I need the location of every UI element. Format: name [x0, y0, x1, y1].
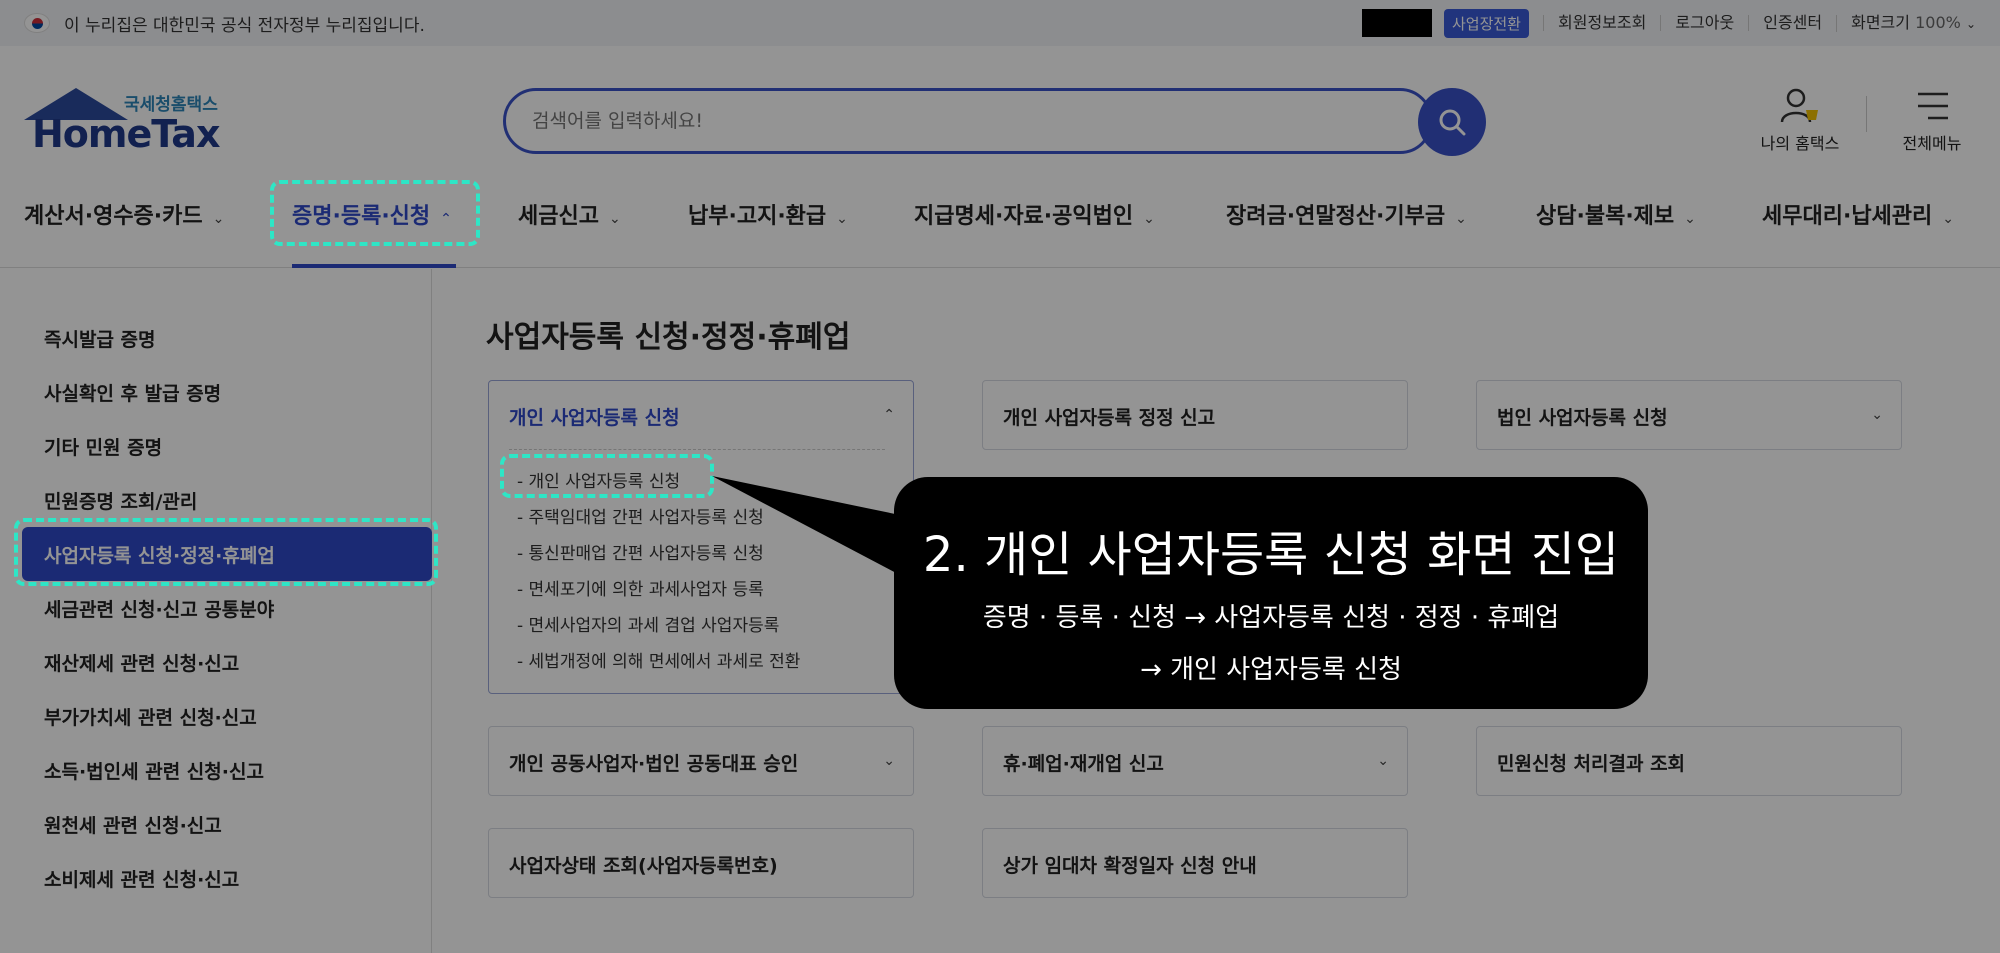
search-button[interactable] — [1418, 88, 1486, 156]
business-switch-button[interactable]: 사업장전환 — [1443, 8, 1529, 38]
card-joint-approval[interactable]: 개인 공동사업자·법인 공동대표 승인 ⌄ — [488, 726, 914, 796]
sidebar-item-instant-cert[interactable]: 즉시발급 증명 — [44, 325, 156, 352]
nav-item-consult[interactable]: 상담·불복·제보 ⌄ — [1536, 198, 1696, 230]
gov-banner: 이 누리집은 대한민국 공식 전자정부 누리집입니다. 사업장전환 회원정보조회… — [0, 0, 2000, 46]
card-application-result[interactable]: 민원신청 처리결과 조회 — [1476, 726, 1902, 796]
card-business-status[interactable]: 사업자상태 조회(사업자등록번호) — [488, 828, 914, 898]
page-title: 사업자등록 신청·정정·휴폐업 — [486, 320, 851, 355]
chevron-down-icon: ⌄ — [1942, 211, 1955, 227]
card-label: 휴·폐업·재개업 신고 — [1003, 753, 1164, 775]
card-label: 법인 사업자등록 신청 — [1497, 407, 1668, 429]
chevron-down-icon: ⌄ — [883, 753, 895, 769]
card-label: 사업자상태 조회(사업자등록번호) — [509, 855, 778, 877]
nav-item-statements[interactable]: 지급명세·자료·공익법인 ⌄ — [914, 198, 1155, 230]
nav-label: 상담·불복·제보 — [1536, 204, 1675, 229]
card-label: 개인 공동사업자·법인 공동대표 승인 — [509, 753, 799, 775]
card-lease-date[interactable]: 상가 임대차 확정일자 신청 안내 — [982, 828, 1408, 898]
my-hometax-label: 나의 홈택스 — [1760, 134, 1840, 153]
callout-line-1: 증명 · 등록 · 신청 → 사업자등록 신청 · 정정 · 휴폐업 — [982, 603, 1560, 633]
nav-item-certificates[interactable]: 증명·등록·신청 ⌃ — [292, 198, 452, 230]
my-hometax-button[interactable]: 나의 홈택스 — [1750, 86, 1850, 154]
sidebar-item-vat[interactable]: 부가가치세 관련 신청·신고 — [44, 703, 257, 730]
card-corporate-registration[interactable]: 법인 사업자등록 신청 ⌄ — [1476, 380, 1902, 450]
sidebar-item-other-cert[interactable]: 기타 민원 증명 — [44, 433, 162, 460]
chevron-down-icon: ⌄ — [836, 211, 848, 227]
site-header: 국세청홈택스 HomeTax 나의 홈택스 전체메뉴 — [0, 46, 2000, 176]
chevron-down-icon: ⌄ — [1377, 753, 1389, 769]
nav-label: 납부·고지·환급 — [688, 204, 827, 229]
zoom-value: 100% — [1915, 12, 1961, 32]
nav-label: 세무대리·납세관리 — [1762, 204, 1933, 229]
chevron-down-icon: ⌄ — [1871, 407, 1883, 423]
nav-label: 지급명세·자료·공익법인 — [914, 204, 1134, 229]
card-label: 민원신청 처리결과 조회 — [1497, 753, 1686, 775]
nav-item-incentives[interactable]: 장려금·연말정산·기부금 ⌄ — [1226, 198, 1467, 230]
card-closure-report[interactable]: 휴·폐업·재개업 신고 ⌄ — [982, 726, 1408, 796]
logout-link[interactable]: 로그아웃 — [1660, 15, 1748, 31]
main-nav: 계산서·영수증·카드 ⌄ 증명·등록·신청 ⌃ 세금신고 ⌄ 납부·고지·환급 ⌄ 지급… — [0, 176, 2000, 268]
sidebar-item-cert-inquiry[interactable]: 민원증명 조회/관리 — [44, 487, 197, 514]
zoom-label: 화면크기 — [1851, 12, 1910, 32]
all-menu-label: 전체메뉴 — [1902, 134, 1962, 153]
card-label: 개인 사업자등록 정정 신고 — [1003, 407, 1216, 429]
user-bell-icon — [1780, 88, 1818, 123]
search-icon — [1439, 109, 1466, 136]
sub-item-housing-rental[interactable]: 주택임대업 간편 사업자등록 신청 — [517, 503, 764, 528]
search-input[interactable] — [532, 110, 1332, 132]
sidebar-item-consumption-tax[interactable]: 소비제세 관련 신청·신고 — [44, 865, 239, 892]
divider — [509, 449, 885, 450]
nav-active-underline — [292, 264, 456, 268]
header-divider — [1866, 96, 1867, 132]
chevron-down-icon: ⌄ — [1143, 211, 1155, 227]
sidebar-item-common-tax[interactable]: 세금관련 신청·신고 공통분야 — [44, 595, 274, 622]
card-label: 개인 사업자등록 신청 — [509, 407, 680, 429]
chevron-down-icon: ⌄ — [1965, 16, 1976, 31]
nav-label: 세금신고 — [518, 204, 599, 229]
redacted-username — [1361, 9, 1432, 37]
sub-item-concurrent-business[interactable]: 면세사업자의 과세 겸업 사업자등록 — [517, 611, 780, 636]
nav-label: 계산서·영수증·카드 — [24, 204, 203, 229]
hamburger-menu-icon — [1918, 92, 1948, 120]
nav-label: 증명·등록·신청 — [292, 204, 431, 229]
sub-item-tax-exemption-waiver[interactable]: 면세포기에 의한 과세사업자 등록 — [517, 575, 764, 600]
sub-item-individual-registration[interactable]: 개인 사업자등록 신청 — [517, 467, 681, 492]
logo-title: HomeTax — [32, 112, 220, 156]
sidebar-item-label: 사업자등록 신청·정정·휴폐업 — [44, 545, 275, 567]
korea-flag-icon — [24, 13, 50, 33]
search-field[interactable] — [503, 88, 1433, 154]
sidebar-item-property-tax[interactable]: 재산제세 관련 신청·신고 — [44, 649, 239, 676]
callout-title: 2. 개인 사업자등록 신청 화면 진입 — [922, 527, 1620, 583]
member-info-link[interactable]: 회원정보조회 — [1543, 15, 1660, 31]
callout-line-2: → 개인 사업자등록 신청 — [1140, 655, 1402, 685]
chevron-down-icon: ⌄ — [212, 211, 225, 227]
sub-item-ecommerce[interactable]: 통신판매업 간편 사업자등록 신청 — [517, 539, 764, 564]
card-label: 상가 임대차 확정일자 신청 안내 — [1003, 855, 1257, 877]
gov-utility-links: 사업장전환 회원정보조회 로그아웃 인증센터 화면크기 100% ⌄ — [1361, 8, 1976, 38]
chevron-up-icon: ⌃ — [883, 407, 895, 423]
chevron-down-icon: ⌄ — [608, 211, 621, 227]
nav-label: 장려금·연말정산·기부금 — [1226, 204, 1446, 229]
zoom-control[interactable]: 화면크기 100% ⌄ — [1836, 12, 1976, 32]
all-menu-button[interactable]: 전체메뉴 — [1892, 86, 1972, 154]
hometax-logo[interactable]: 국세청홈택스 HomeTax — [24, 88, 234, 158]
nav-item-payment[interactable]: 납부·고지·환급 ⌄ — [688, 198, 848, 230]
chevron-down-icon: ⌄ — [1455, 211, 1467, 227]
nav-item-agency[interactable]: 세무대리·납세관리 ⌄ — [1762, 198, 1954, 230]
nav-item-tax-report[interactable]: 세금신고 ⌄ — [518, 198, 621, 230]
sidebar-item-income-tax[interactable]: 소득·법인세 관련 신청·신고 — [44, 757, 264, 784]
sidebar-item-verified-cert[interactable]: 사실확인 후 발급 증명 — [44, 379, 221, 406]
nav-item-invoices[interactable]: 계산서·영수증·카드 ⌄ — [24, 198, 224, 230]
chevron-up-icon: ⌃ — [440, 211, 452, 227]
sidebar-item-withholding[interactable]: 원천세 관련 신청·신고 — [44, 811, 222, 838]
sub-item-tax-law-change[interactable]: 세법개정에 의해 면세에서 과세로 전환 — [517, 647, 801, 672]
auth-center-link[interactable]: 인증센터 — [1748, 15, 1836, 31]
card-individual-registration[interactable]: 개인 사업자등록 신청 ⌃ 개인 사업자등록 신청 주택임대업 간편 사업자등록… — [488, 380, 914, 694]
card-individual-correction[interactable]: 개인 사업자등록 정정 신고 — [982, 380, 1408, 450]
tutorial-callout: 2. 개인 사업자등록 신청 화면 진입 증명 · 등록 · 신청 → 사업자등… — [894, 477, 1648, 709]
gov-notice: 이 누리집은 대한민국 공식 전자정부 누리집입니다. — [64, 15, 425, 36]
sidebar: 즉시발급 증명 사실확인 후 발급 증명 기타 민원 증명 민원증명 조회/관리… — [0, 269, 432, 953]
chevron-down-icon: ⌄ — [1684, 211, 1696, 227]
